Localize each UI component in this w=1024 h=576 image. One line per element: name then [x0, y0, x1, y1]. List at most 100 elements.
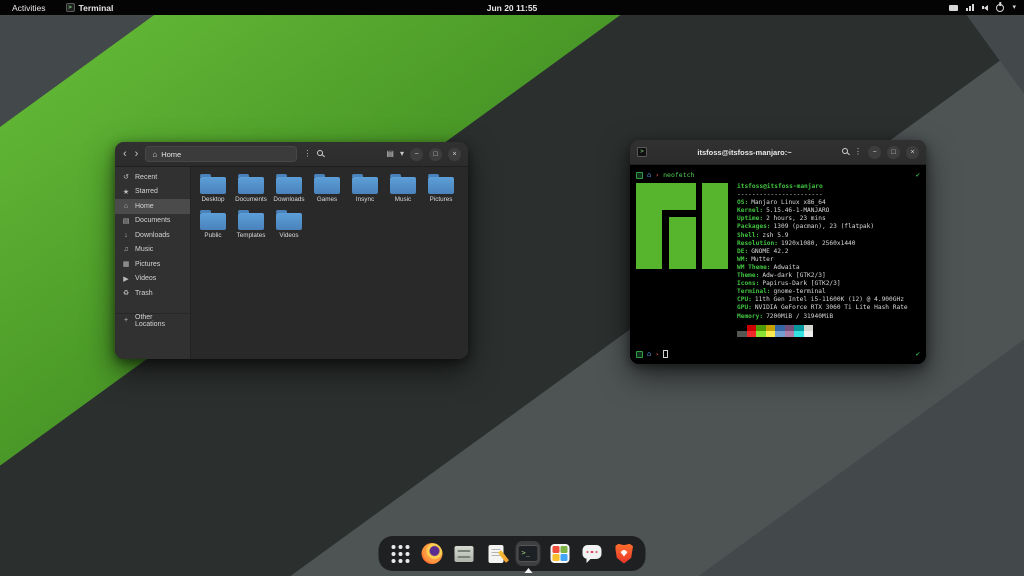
path-menu-button[interactable]: ⋮	[303, 150, 311, 158]
folder-music[interactable]: Music	[384, 177, 422, 203]
dock-app-files[interactable]	[452, 541, 477, 566]
brave-icon	[615, 544, 633, 564]
minimize-button[interactable]: −	[868, 146, 881, 159]
neofetch-line: Uptime:2 hours, 23 mins	[737, 215, 908, 223]
terminal-content[interactable]: ⌂ › neofetch ✔ itsfoss@itsfoss-manjaro -…	[630, 165, 926, 364]
folder-insync[interactable]: Insync	[346, 177, 384, 203]
focused-app-menu[interactable]: > Terminal	[66, 3, 114, 13]
color-swatch	[785, 331, 795, 337]
folder-downloads[interactable]: Downloads	[270, 177, 308, 203]
sidebar-item-home[interactable]: ⌂ Home	[115, 199, 190, 214]
power-icon	[996, 4, 1004, 12]
home-dir-icon: ⌂	[647, 350, 651, 358]
sidebar-item-documents[interactable]: ▤ Documents	[115, 214, 190, 229]
sidebar-item-label: Recent	[135, 174, 157, 181]
focused-app-indicator	[524, 568, 532, 573]
star-icon: ★	[122, 188, 130, 196]
software-center-icon	[551, 544, 570, 563]
neofetch-line: Resolution:1920x1080, 2560x1440	[737, 240, 908, 248]
dock-app-brave[interactable]	[612, 541, 637, 566]
folder-icon	[200, 177, 226, 194]
terminal-title: itsfoss@itsfoss-manjaro:~	[697, 148, 791, 157]
folder-label: Public	[204, 233, 221, 239]
sidebar-item-videos[interactable]: ▶ Videos	[115, 272, 190, 287]
sidebar-item-downloads[interactable]: ↓ Downloads	[115, 228, 190, 243]
dock-app-firefox[interactable]	[420, 541, 445, 566]
path-bar[interactable]: ⌂ Home	[145, 146, 297, 162]
text-editor-icon	[489, 545, 504, 563]
folder-games[interactable]: Games	[308, 177, 346, 203]
sidebar-item-label: Downloads	[135, 232, 170, 239]
folder-icon	[314, 177, 340, 194]
folder-label: Music	[395, 197, 411, 203]
terminal-menu-button[interactable]: ⋮	[854, 148, 862, 156]
show-apps-button[interactable]	[388, 541, 413, 566]
color-swatch	[766, 331, 776, 337]
folder-pictures[interactable]: Pictures	[422, 177, 460, 203]
focused-app-label: Terminal	[79, 3, 114, 13]
neofetch-info: itsfoss@itsfoss-manjaro ----------------…	[737, 183, 908, 337]
view-options-caret[interactable]: ▾	[400, 150, 404, 158]
folder-label: Downloads	[273, 197, 304, 203]
neofetch-line: GPU:NVIDIA GeForce RTX 3060 Ti Lite Hash…	[737, 304, 908, 312]
volume-icon	[982, 5, 988, 11]
documents-icon: ▤	[122, 217, 130, 225]
folder-label: Games	[317, 197, 337, 203]
folder-icon	[276, 177, 302, 194]
color-swatch	[804, 331, 814, 337]
sidebar-item-recent[interactable]: ↺ Recent	[115, 170, 190, 185]
minimize-button[interactable]: −	[410, 148, 423, 161]
dock-app-software[interactable]	[548, 541, 573, 566]
manjaro-logo	[636, 183, 728, 269]
maximize-button[interactable]: □	[887, 146, 900, 159]
network-icon	[966, 4, 974, 11]
dock-app-messaging[interactable]	[580, 541, 605, 566]
sidebar-item-music[interactable]: ♫ Music	[115, 243, 190, 258]
folder-public[interactable]: Public	[194, 213, 232, 239]
neofetch-line: Packages:1309 (pacman), 23 (flatpak)	[737, 223, 908, 231]
sidebar-item-other-locations[interactable]: + Other Locations	[115, 313, 190, 328]
maximize-button[interactable]: □	[429, 148, 442, 161]
typed-command: neofetch	[663, 171, 694, 179]
pictures-icon: ▦	[122, 260, 130, 268]
folder-videos[interactable]: Videos	[270, 213, 308, 239]
folder-desktop[interactable]: Desktop	[194, 177, 232, 203]
folder-label: Templates	[237, 233, 266, 239]
folder-templates[interactable]: Templates	[232, 213, 270, 239]
folder-label: Videos	[279, 233, 298, 239]
clock[interactable]: Jun 20 11:55	[487, 3, 538, 13]
recent-icon: ↺	[122, 173, 130, 181]
files-headerbar[interactable]: ‹ › ⌂ Home ⋮ ▤ ▾ − □ ×	[115, 142, 468, 167]
system-tray[interactable]: ▾	[949, 4, 1016, 12]
folder-icon	[200, 213, 226, 230]
dock-app-text-editor[interactable]	[484, 541, 509, 566]
videos-icon: ▶	[122, 275, 130, 283]
search-button[interactable]	[317, 150, 323, 158]
firefox-icon	[422, 543, 443, 564]
neofetch-host-title: itsfoss@itsfoss-manjaro	[737, 183, 908, 191]
sidebar-item-label: Videos	[135, 275, 156, 282]
exit-status-check-icon: ✔	[916, 350, 920, 358]
shell-prompt-line: ⌂ › ✔	[636, 349, 920, 359]
terminal-app-icon[interactable]: >	[637, 147, 647, 157]
forward-button[interactable]: ›	[134, 149, 140, 160]
view-toggle-button[interactable]: ▤	[386, 150, 394, 158]
search-icon	[317, 150, 323, 156]
os-prompt-icon	[636, 172, 643, 179]
app-grid-icon	[391, 545, 395, 549]
terminal-search-button[interactable]	[842, 148, 848, 156]
dock-app-terminal[interactable]: >_	[516, 541, 541, 566]
sidebar-item-starred[interactable]: ★ Starred	[115, 185, 190, 200]
prompt-arrow-icon: ›	[655, 171, 659, 179]
sidebar-item-pictures[interactable]: ▦ Pictures	[115, 257, 190, 272]
files-sidebar: ↺ Recent ★ Starred ⌂ Home ▤ Documents ↓ …	[115, 167, 191, 359]
sidebar-item-trash[interactable]: ♻ Trash	[115, 286, 190, 301]
close-button[interactable]: ×	[448, 148, 461, 161]
folder-documents[interactable]: Documents	[232, 177, 270, 203]
close-button[interactable]: ×	[906, 146, 919, 159]
files-content: Desktop Documents Downloads Games Insync…	[191, 167, 468, 359]
back-button[interactable]: ‹	[122, 149, 128, 160]
color-swatch	[737, 331, 747, 337]
terminal-headerbar[interactable]: > itsfoss@itsfoss-manjaro:~ ⋮ − □ ×	[630, 140, 926, 165]
activities-button[interactable]: Activities	[8, 3, 50, 13]
